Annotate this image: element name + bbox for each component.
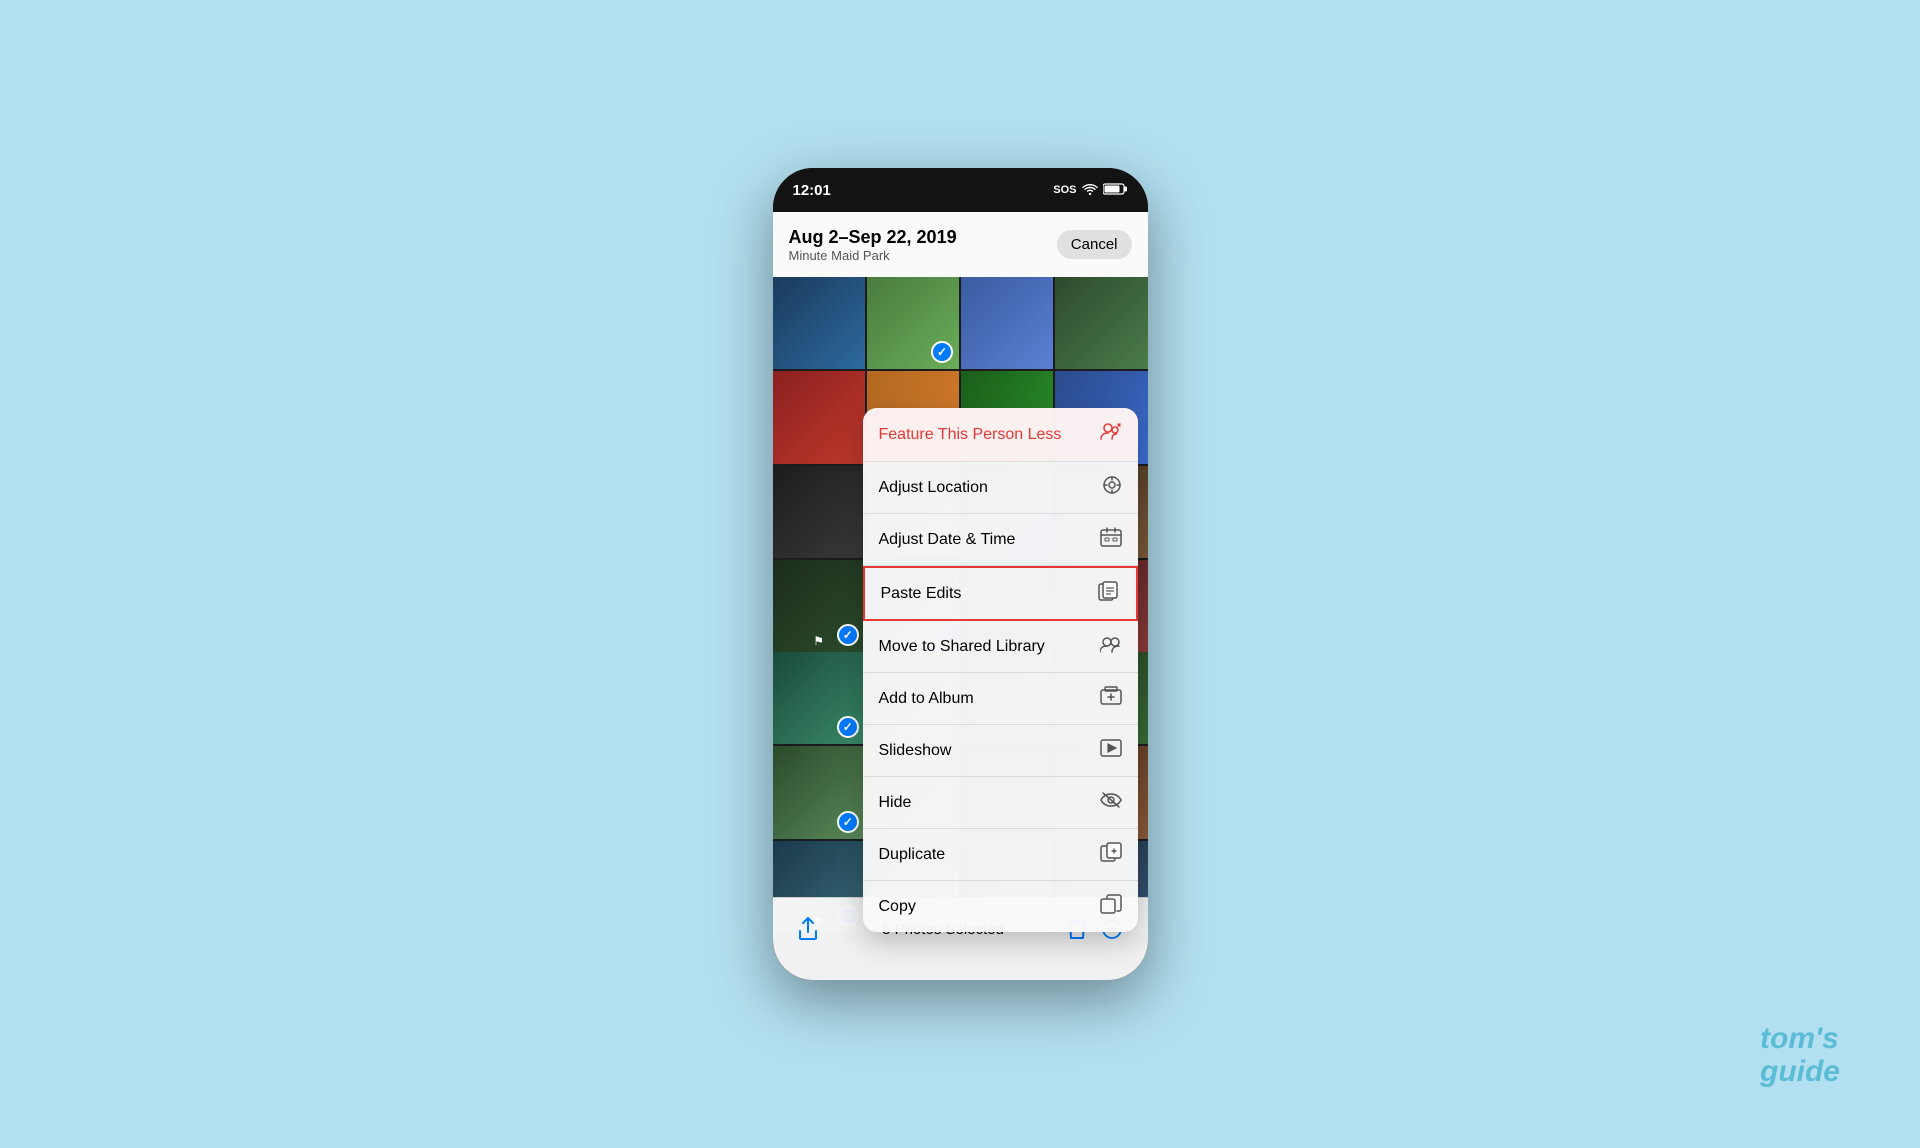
photo-cell-2[interactable] xyxy=(867,277,959,369)
flag-icon-1: ⚑ xyxy=(813,634,824,648)
paste-edits-icon xyxy=(1098,581,1120,606)
menu-item-feature-person-less[interactable]: Feature This Person Less xyxy=(863,408,1138,462)
menu-item-hide[interactable]: Hide xyxy=(863,777,1138,829)
menu-item-copy[interactable]: Copy xyxy=(863,881,1138,932)
toms-guide-watermark: tom's guide xyxy=(1760,1022,1840,1088)
photo-cell-9[interactable] xyxy=(773,466,865,558)
paste-edits-label: Paste Edits xyxy=(881,585,962,603)
watermark-line2: guide xyxy=(1760,1055,1840,1088)
context-menu: Feature This Person Less Adjust Location xyxy=(863,408,1138,932)
adjust-location-icon xyxy=(1102,475,1122,500)
menu-item-move-to-shared[interactable]: Move to Shared Library xyxy=(863,621,1138,673)
feature-person-less-icon xyxy=(1100,421,1122,448)
sos-label: SOS xyxy=(1053,184,1076,196)
phone-frame: ⚑ xyxy=(773,168,1148,980)
copy-label: Copy xyxy=(879,898,916,916)
battery-icon xyxy=(1103,183,1128,198)
watermark-line1: tom's xyxy=(1760,1022,1840,1055)
duplicate-icon xyxy=(1100,842,1122,867)
adjust-date-time-icon xyxy=(1100,527,1122,552)
header-overlay: Aug 2–Sep 22, 2019 Minute Maid Park Canc… xyxy=(773,212,1148,277)
photo-cell-13[interactable]: ⚑ xyxy=(773,560,865,652)
status-time: 12:01 xyxy=(793,182,831,199)
adjust-date-time-label: Adjust Date & Time xyxy=(879,531,1016,549)
slideshow-icon xyxy=(1100,738,1122,763)
hide-label: Hide xyxy=(879,794,912,812)
menu-item-adjust-date-time[interactable]: Adjust Date & Time xyxy=(863,514,1138,566)
slideshow-label: Slideshow xyxy=(879,742,952,760)
location-subtitle: Minute Maid Park xyxy=(789,248,957,263)
menu-item-paste-edits[interactable]: Paste Edits xyxy=(863,566,1138,621)
menu-item-duplicate[interactable]: Duplicate xyxy=(863,829,1138,881)
hide-icon xyxy=(1100,790,1122,815)
move-to-shared-label: Move to Shared Library xyxy=(879,638,1045,656)
add-to-album-label: Add to Album xyxy=(879,690,974,708)
feature-person-less-label: Feature This Person Less xyxy=(879,426,1062,444)
photo-cell-1[interactable] xyxy=(773,277,865,369)
cancel-button[interactable]: Cancel xyxy=(1057,230,1132,259)
adjust-location-label: Adjust Location xyxy=(879,479,988,497)
selected-badge-2 xyxy=(837,624,859,646)
copy-icon xyxy=(1100,894,1122,919)
photo-cell-21[interactable] xyxy=(773,746,865,838)
photo-cell-3[interactable] xyxy=(961,277,1053,369)
share-button[interactable] xyxy=(797,917,819,941)
menu-item-add-to-album[interactable]: Add to Album xyxy=(863,673,1138,725)
wifi-icon xyxy=(1082,183,1098,198)
add-to-album-icon xyxy=(1100,686,1122,711)
photo-cell-4[interactable] xyxy=(1055,277,1147,369)
status-icons: SOS xyxy=(1053,183,1127,198)
selected-badge-3 xyxy=(837,716,859,738)
menu-item-adjust-location[interactable]: Adjust Location xyxy=(863,462,1138,514)
selected-badge-4 xyxy=(837,811,859,833)
date-range-title: Aug 2–Sep 22, 2019 xyxy=(789,227,957,248)
menu-item-slideshow[interactable]: Slideshow xyxy=(863,725,1138,777)
photo-cell-5[interactable] xyxy=(773,371,865,463)
duplicate-label: Duplicate xyxy=(879,846,946,864)
status-bar: 12:01 SOS xyxy=(773,168,1148,212)
move-to-shared-icon xyxy=(1100,634,1122,659)
header-text: Aug 2–Sep 22, 2019 Minute Maid Park xyxy=(789,227,957,263)
photo-cell-17[interactable] xyxy=(773,652,865,744)
